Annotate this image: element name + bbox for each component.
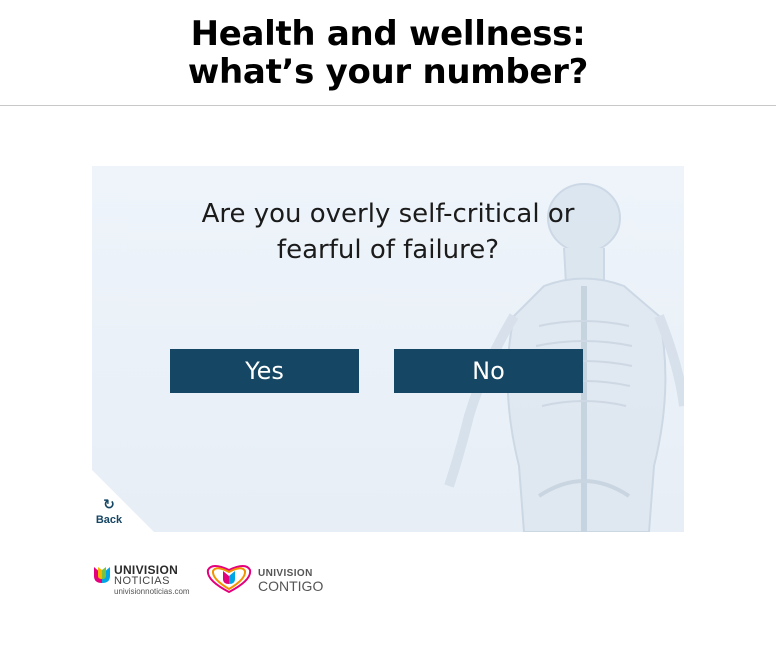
page-title: Health and wellness: what’s your number? — [188, 15, 588, 91]
logo2-sub: CONTIGO — [258, 578, 324, 594]
no-button[interactable]: No — [394, 349, 583, 393]
contigo-heart-icon — [206, 565, 252, 594]
logo1-url: univisionnoticias.com — [114, 587, 190, 596]
question-line-1: Are you overly self-critical or — [201, 199, 575, 229]
page-header: Health and wellness: what’s your number? — [0, 0, 776, 106]
back-label: Back — [95, 514, 123, 526]
logo1-sub: NOTICIAS — [114, 575, 170, 587]
title-line-1: Health and wellness: — [190, 13, 586, 54]
question-text: Are you overly self-critical or fearful … — [92, 196, 684, 268]
title-line-2: what’s your number? — [187, 51, 589, 92]
back-arrow-icon: ↻ — [103, 496, 115, 512]
univision-noticias-logo[interactable]: UNIVISION NOTICIAS univisionnoticias.com — [92, 560, 200, 600]
quiz-panel: Are you overly self-critical or fearful … — [92, 166, 684, 532]
univision-u-icon — [94, 567, 110, 583]
back-button[interactable]: ↻ Back — [92, 496, 126, 532]
univision-contigo-logo[interactable]: UNIVISION CONTIGO — [202, 562, 327, 596]
footer-logos: UNIVISION NOTICIAS univisionnoticias.com… — [92, 560, 352, 600]
yes-button[interactable]: Yes — [170, 349, 359, 393]
question-line-2: fearful of failure? — [276, 235, 500, 265]
